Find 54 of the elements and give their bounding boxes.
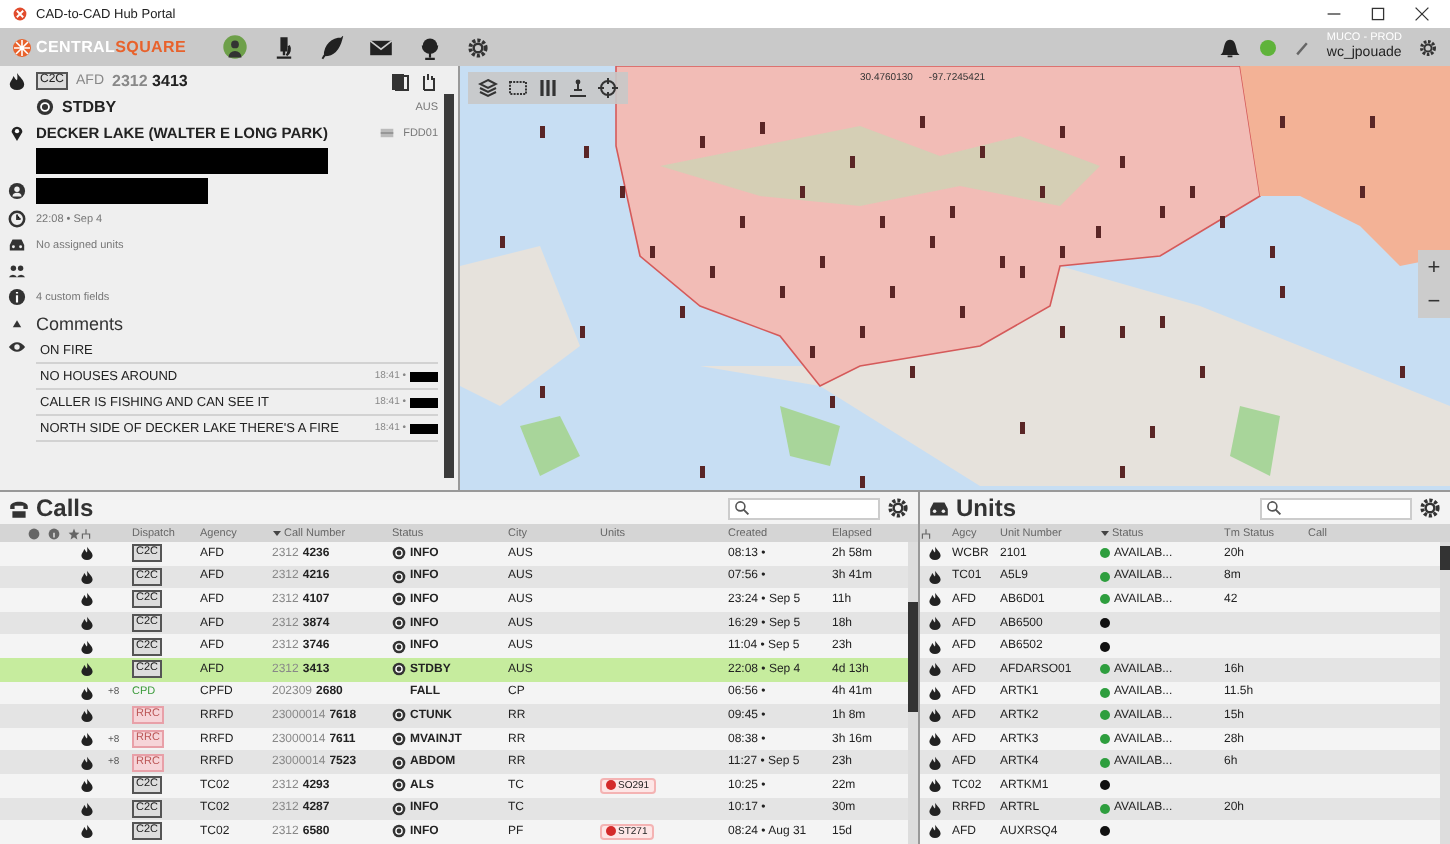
- maximize-icon[interactable]: [1370, 6, 1386, 22]
- info-icon: [7, 288, 25, 306]
- search-field[interactable]: [1260, 497, 1412, 519]
- hand-icon[interactable]: [418, 71, 438, 91]
- search-icon: [734, 500, 750, 516]
- settings-icon[interactable]: [466, 35, 491, 59]
- star-icon: [68, 527, 80, 539]
- scrollbar[interactable]: [1440, 542, 1450, 844]
- envelope-icon[interactable]: [368, 35, 395, 59]
- globe-person-icon[interactable]: [222, 34, 249, 60]
- document-icon[interactable]: [390, 71, 410, 91]
- tree-icon: [80, 527, 92, 539]
- comments-heading: Comments: [36, 313, 124, 333]
- redaction-block: [410, 397, 438, 407]
- pin-ground-icon[interactable]: [568, 78, 588, 98]
- tree-icon: [920, 527, 932, 539]
- car-icon: [7, 236, 25, 254]
- bell-icon[interactable]: [1218, 35, 1243, 59]
- user-settings-icon[interactable]: [1418, 37, 1438, 57]
- rectangle-select-icon[interactable]: [508, 78, 528, 98]
- call-status: STDBY: [62, 98, 117, 116]
- flame-icon: [7, 72, 25, 90]
- layers-icon[interactable]: [478, 78, 498, 98]
- pen-icon[interactable]: [1294, 37, 1311, 57]
- call-number: 2312 3413: [112, 72, 188, 90]
- redaction-block: [410, 371, 438, 381]
- settings-icon[interactable]: [1418, 496, 1442, 520]
- comment-icon: [28, 527, 40, 539]
- units-heading: Units: [956, 494, 1016, 522]
- triangle-icon: [9, 316, 23, 330]
- eye-icon: [7, 338, 25, 356]
- scrollbar[interactable]: [444, 94, 454, 478]
- scrollbar[interactable]: [908, 542, 918, 844]
- columns-icon[interactable]: [538, 78, 558, 98]
- calls-heading: Calls: [36, 494, 94, 522]
- phone-icon: [8, 497, 30, 519]
- car-icon: [928, 497, 950, 519]
- app-icon: [12, 6, 28, 22]
- clock-icon: [7, 210, 25, 228]
- redaction-block: [410, 423, 438, 433]
- people-icon: [7, 262, 25, 280]
- search-field[interactable]: [728, 497, 880, 519]
- crosshair-icon[interactable]: [598, 78, 618, 98]
- feather-icon[interactable]: [320, 35, 345, 59]
- settings-icon[interactable]: [886, 496, 910, 520]
- close-icon[interactable]: [1414, 6, 1430, 22]
- info-icon: [48, 527, 60, 539]
- status-icon: [36, 98, 54, 116]
- pin-icon: [7, 124, 25, 142]
- status-indicator-icon: [1258, 37, 1279, 57]
- person-icon: [7, 182, 25, 200]
- map-icon: [377, 126, 396, 140]
- search-icon: [1266, 500, 1282, 516]
- logo-icon: [12, 37, 32, 57]
